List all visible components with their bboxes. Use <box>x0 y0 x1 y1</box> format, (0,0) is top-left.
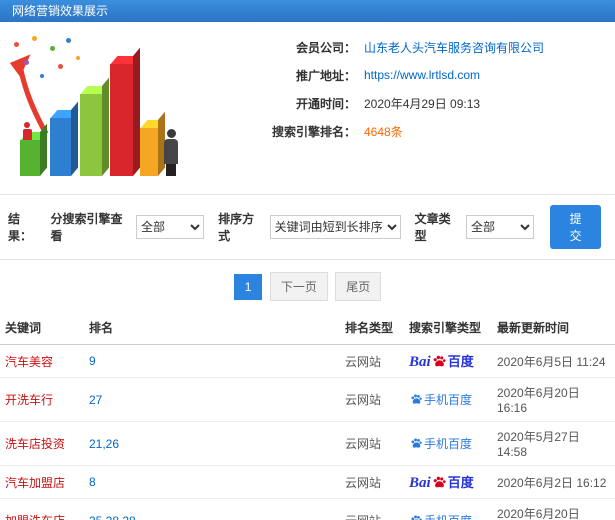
baidu-logo: Bai 百度 <box>409 354 474 370</box>
rank-cell[interactable]: 8 <box>84 465 340 499</box>
update-time-cell: 2020年6月20日 16:11 <box>492 498 615 520</box>
rank-type-cell: 云网站 <box>340 377 404 422</box>
filter-bar: 结果： 分搜索引擎查看 全部 排序方式 关键词由短到长排序 文章类型 全部 提交 <box>0 194 615 260</box>
engine-filter-label: 分搜索引擎查看 <box>50 212 123 243</box>
submit-button[interactable]: 提交 <box>550 205 601 249</box>
header-engine-type: 搜索引擎类型 <box>404 311 492 345</box>
rank-cell[interactable]: 9 <box>84 344 340 378</box>
field-label: 搜索引擎排名： <box>271 124 356 139</box>
rank-count-value: 4648条 <box>364 124 403 139</box>
table-row: 汽车加盟店 8 云网站 Bai 百度 2020年6月2日 16:12 <box>0 465 615 499</box>
last-page-button[interactable]: 尾页 <box>335 272 382 301</box>
confetti-dot <box>58 64 63 69</box>
keyword-cell: 开洗车行 <box>0 377 84 422</box>
baidu-paw-icon <box>411 438 422 448</box>
keyword-cell: 汽车加盟店 <box>0 465 84 499</box>
confetti-dot <box>14 42 19 47</box>
rank-cell[interactable]: 25,28,28 <box>84 498 340 520</box>
mobile-baidu-logo: 手机百度 <box>409 514 472 520</box>
result-label: 结果： <box>8 212 33 243</box>
update-time-cell: 2020年5月27日 14:58 <box>492 421 615 466</box>
type-filter-label: 文章类型 <box>414 212 451 243</box>
filter-controls: 分搜索引擎查看 全部 排序方式 关键词由短到长排序 文章类型 全部 提交 <box>42 205 607 249</box>
keyword-cell: 汽车美容 <box>0 344 84 378</box>
update-time-cell: 2020年6月5日 11:24 <box>492 344 615 378</box>
small-person-figure <box>20 122 34 140</box>
engine-cell: Bai 百度 <box>404 344 492 378</box>
table-row: 开洗车行 27 云网站 手机百度 2020年6月20日 16:16 <box>0 377 615 422</box>
table-header-row: 关键词 排名 排名类型 搜索引擎类型 最新更新时间 <box>0 311 615 345</box>
bar-red <box>110 64 133 176</box>
header-rank: 排名 <box>84 311 340 345</box>
member-info: 会员公司： 山东老人头汽车服务咨询有限公司 推广地址： https://www.… <box>196 30 609 182</box>
header-keyword: 关键词 <box>0 311 84 345</box>
field-label: 开通时间： <box>295 96 356 111</box>
sort-filter-label: 排序方式 <box>218 212 255 243</box>
baidu-logo: Bai 百度 <box>409 475 474 491</box>
mobile-baidu-logo: 手机百度 <box>409 437 472 451</box>
engine-cell: 手机百度 <box>404 498 492 520</box>
promo-url-link[interactable]: https://www.lrtlsd.com <box>364 68 480 82</box>
businessman-figure <box>162 129 180 176</box>
table-row: 汽车美容 9 云网站 Bai 百度 2020年6月5日 11:24 <box>0 344 615 378</box>
update-time-cell: 2020年6月20日 16:16 <box>492 377 615 422</box>
next-page-button[interactable]: 下一页 <box>269 272 328 301</box>
bar-orange <box>140 128 158 176</box>
keyword-cell: 加盟洗车店 <box>0 498 84 520</box>
page: 网络营销效果展示 会员公司： 山东老人头汽车服务咨询有限公司 推广地址： htt… <box>0 0 615 520</box>
header-update-time: 最新更新时间 <box>492 311 615 345</box>
company-link[interactable]: 山东老人头汽车服务咨询有限公司 <box>364 39 544 56</box>
update-time-cell: 2020年6月2日 16:12 <box>492 465 615 499</box>
bar-green <box>20 140 40 176</box>
baidu-paw-icon <box>411 515 422 520</box>
results-table-body: 汽车美容 9 云网站 Bai 百度 2020年6月5日 11:24 开洗车行 27 云网站 手机百… <box>0 344 615 520</box>
app-header: 网络营销效果展示 <box>0 0 615 22</box>
confetti-dot <box>66 38 71 43</box>
rank-type-cell: 云网站 <box>340 421 404 466</box>
bar-lightgreen <box>80 94 102 176</box>
baidu-paw-icon <box>433 355 446 367</box>
confetti-dot <box>50 46 55 51</box>
mobile-baidu-logo: 手机百度 <box>409 393 472 407</box>
baidu-paw-icon <box>433 476 446 488</box>
field-company: 会员公司： 山东老人头汽车服务咨询有限公司 <box>196 38 609 56</box>
engine-select[interactable]: 全部 <box>135 215 205 239</box>
engine-cell: Bai 百度 <box>404 465 492 499</box>
confetti-dot <box>40 74 44 78</box>
field-label: 会员公司： <box>295 40 356 55</box>
bar-blue <box>50 118 71 176</box>
confetti-dot <box>76 56 80 60</box>
type-select[interactable]: 全部 <box>466 215 535 239</box>
header-rank-type: 排名类型 <box>340 311 404 345</box>
page-number-current[interactable]: 1 <box>233 273 263 300</box>
rank-type-cell: 云网站 <box>340 465 404 499</box>
table-row: 加盟洗车店25,28,28云网站手机百度 2020年6月20日 16:11 <box>0 498 615 520</box>
results-table: 关键词 排名 排名类型 搜索引擎类型 最新更新时间 汽车美容 9 云网站 Bai 百度 2… <box>0 311 615 520</box>
rank-type-cell: 云网站 <box>340 498 404 520</box>
confetti-dot <box>24 60 29 65</box>
info-section: 会员公司： 山东老人头汽车服务咨询有限公司 推广地址： https://www.… <box>0 22 615 186</box>
baidu-paw-icon <box>411 394 422 404</box>
rank-cell[interactable]: 27 <box>84 377 340 422</box>
open-time-value: 2020年4月29日 09:13 <box>364 96 481 111</box>
field-promo-url: 推广地址： https://www.lrtlsd.com <box>196 66 609 84</box>
bar-chart-illustration <box>6 30 196 182</box>
engine-cell: 手机百度 <box>404 421 492 466</box>
keyword-cell: 洗车店投资 <box>0 421 84 466</box>
field-label: 推广地址： <box>295 68 356 83</box>
rank-cell[interactable]: 21,26 <box>84 421 340 466</box>
field-rank-count: 搜索引擎排名： 4648条 <box>196 122 609 140</box>
confetti-dot <box>32 36 37 41</box>
pagination: 1 下一页 尾页 <box>0 260 615 311</box>
page-title: 网络营销效果展示 <box>12 4 109 18</box>
rank-type-cell: 云网站 <box>340 344 404 378</box>
field-open-time: 开通时间： 2020年4月29日 09:13 <box>196 94 609 112</box>
sort-select[interactable]: 关键词由短到长排序 <box>269 215 401 239</box>
engine-cell: 手机百度 <box>404 377 492 422</box>
table-row: 洗车店投资 21,26 云网站 手机百度 2020年5月27日 14:58 <box>0 421 615 466</box>
